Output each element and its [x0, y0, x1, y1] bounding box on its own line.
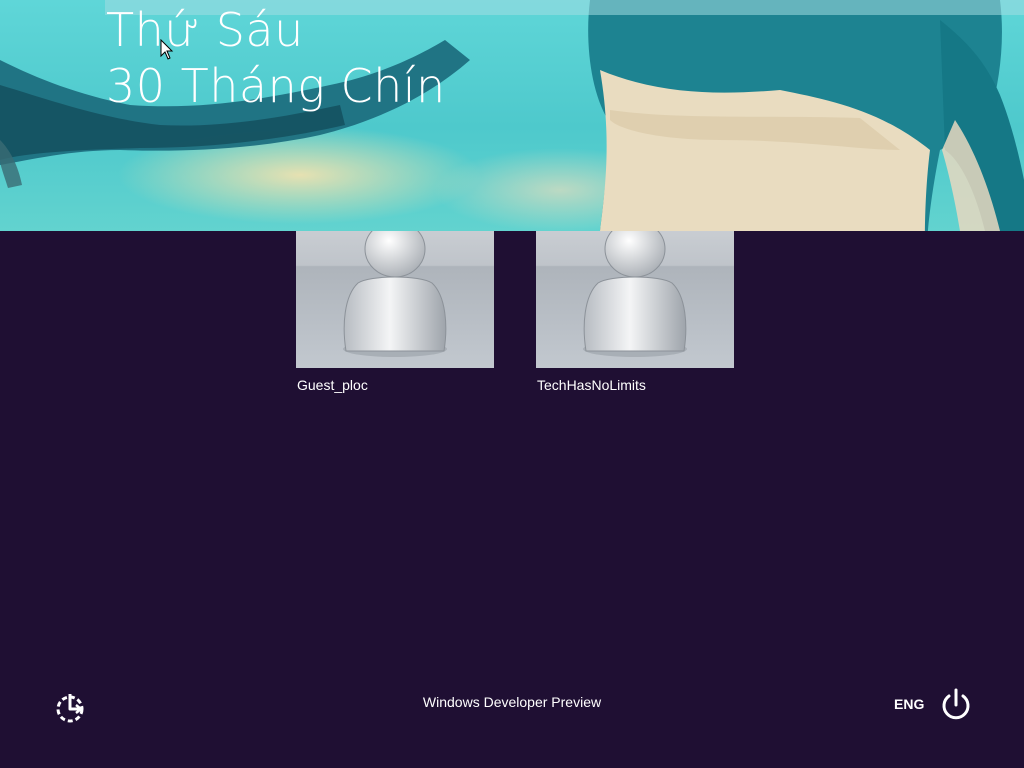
- user-avatar-icon: [343, 231, 447, 357]
- windows-edition-label: Windows Developer Preview: [422, 694, 602, 710]
- mouse-cursor-icon: [160, 39, 174, 60]
- power-icon: [942, 688, 970, 720]
- date-text: 30 Tháng Chín: [106, 59, 446, 113]
- day-of-week: Thứ Sáu: [106, 3, 304, 57]
- user-tile-guest[interactable]: [296, 231, 494, 368]
- language-indicator[interactable]: ENG: [894, 696, 924, 712]
- user-avatar-icon: [583, 231, 687, 357]
- lock-screen-image: Thứ Sáu 30 Tháng Chín: [0, 0, 1024, 231]
- user-tile-techhasnolimits[interactable]: [536, 231, 734, 368]
- power-button[interactable]: [940, 688, 972, 722]
- lock-screen-date: Thứ Sáu 30 Tháng Chín: [106, 2, 446, 114]
- user-name-guest[interactable]: Guest_ploc: [297, 377, 368, 393]
- user-name-techhasnolimits[interactable]: TechHasNoLimits: [537, 377, 646, 393]
